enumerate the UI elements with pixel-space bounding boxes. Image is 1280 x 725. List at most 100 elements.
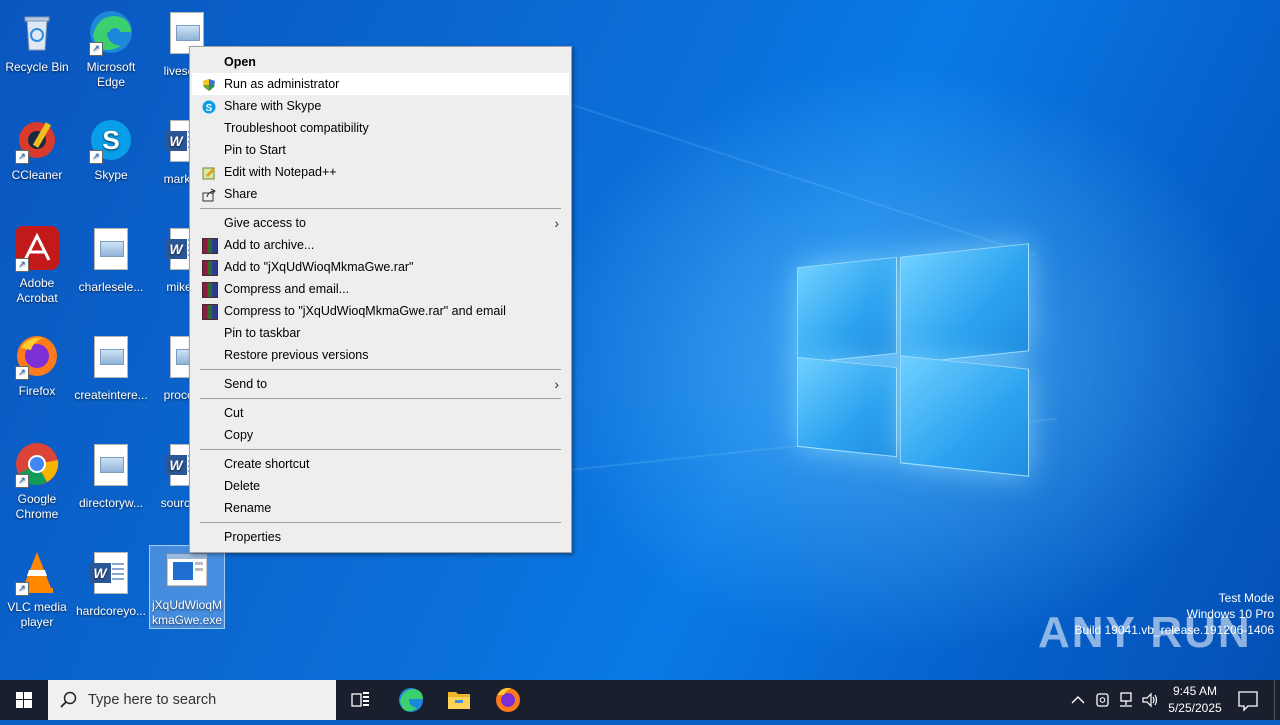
taskbar-search-box[interactable]: Type here to search — [48, 680, 336, 720]
desktop-icon-vlc[interactable]: ↗ VLC media player — [0, 548, 74, 630]
folder-icon — [448, 692, 470, 709]
tray-volume[interactable] — [1140, 690, 1160, 710]
start-button[interactable] — [0, 680, 48, 720]
taskbar-firefox[interactable] — [484, 680, 532, 720]
menu-item-compress-to-rar-and-email[interactable]: Compress to "jXqUdWioqMkmaGwe.rar" and e… — [192, 300, 569, 322]
desktop-icon-google-chrome[interactable]: ↗ Google Chrome — [0, 440, 74, 522]
desktop-icon-label: Firefox — [18, 384, 56, 398]
menu-separator — [200, 369, 561, 370]
edge-icon — [399, 688, 423, 712]
watermark-line: Windows 10 Pro — [1186, 607, 1274, 621]
ccleaner-icon: ↗ — [13, 116, 61, 164]
menu-item-label: Pin to Start — [224, 143, 286, 157]
firefox-icon: ↗ — [13, 332, 61, 380]
search-placeholder: Type here to search — [88, 692, 217, 708]
action-center-button[interactable] — [1236, 680, 1260, 720]
svg-text:S: S — [206, 103, 213, 114]
menu-item-restore-previous-versions[interactable]: Restore previous versions — [192, 344, 569, 366]
menu-item-properties[interactable]: Properties — [192, 526, 569, 548]
menu-item-label: Delete — [224, 479, 261, 493]
menu-item-pin-to-taskbar[interactable]: Pin to taskbar — [192, 322, 569, 344]
shortcut-arrow-icon: ↗ — [15, 474, 29, 488]
winrar-icon — [202, 282, 218, 298]
desktop-icon-label: charlesele... — [78, 280, 144, 294]
menu-item-share-with-skype[interactable]: S Share with Skype — [192, 95, 569, 117]
show-desktop-button[interactable] — [1274, 680, 1280, 720]
desktop-icon-createintere[interactable]: createintere... — [74, 332, 148, 403]
menu-item-edit-with-notepadpp[interactable]: Edit with Notepad++ — [192, 161, 569, 183]
taskbar: Type here to search 9:45 AM 5/25/2025 — [0, 680, 1280, 720]
vlc-icon: ↗ — [13, 548, 61, 596]
edge-icon: ↗ — [87, 8, 135, 56]
tray-device-icon[interactable] — [1093, 690, 1113, 710]
chevron-up-icon — [1071, 696, 1085, 704]
shortcut-arrow-icon: ↗ — [15, 150, 29, 164]
svg-text:S: S — [102, 125, 119, 155]
menu-item-copy[interactable]: Copy — [192, 424, 569, 446]
taskbar-clock[interactable]: 9:45 AM 5/25/2025 — [1160, 683, 1230, 717]
share-icon — [202, 187, 216, 202]
menu-item-give-access-to[interactable]: Give access to › — [192, 212, 569, 234]
desktop-icon-label: CCleaner — [11, 168, 63, 182]
notification-icon — [1238, 691, 1258, 712]
desktop-icon-selected-exe[interactable]: jXqUdWioqMkmaGwe.exe — [149, 545, 225, 629]
desktop-icon-ccleaner[interactable]: ↗ CCleaner — [0, 116, 74, 183]
search-icon — [60, 691, 77, 708]
menu-item-run-as-administrator[interactable]: Run as administrator — [192, 73, 569, 95]
recycle-bin-icon — [13, 8, 61, 56]
desktop-icon-microsoft-edge[interactable]: ↗ Microsoft Edge — [74, 8, 148, 90]
network-icon — [1120, 692, 1132, 707]
menu-item-cut[interactable]: Cut — [192, 402, 569, 424]
desktop-icon-adobe-acrobat[interactable]: ↗ Adobe Acrobat — [0, 224, 74, 306]
desktop-icon-charlesele[interactable]: charlesele... — [74, 224, 148, 295]
tray-network[interactable] — [1116, 690, 1136, 710]
windows-start-icon — [16, 692, 32, 708]
usb-device-icon — [1096, 693, 1109, 707]
menu-item-send-to[interactable]: Send to › — [192, 373, 569, 395]
desktop-icon-hardcoreyo[interactable]: W hardcoreyo... — [74, 548, 148, 619]
menu-item-label: Properties — [224, 530, 281, 544]
chevron-right-icon: › — [554, 376, 559, 392]
desktop-icon-label: Skype — [94, 168, 128, 182]
adobe-acrobat-icon: ↗ — [13, 224, 61, 272]
menu-item-pin-to-start[interactable]: Pin to Start — [192, 139, 569, 161]
notepadpp-icon — [202, 165, 216, 180]
image-file-icon — [87, 228, 135, 276]
menu-item-label: Compress to "jXqUdWioqMkmaGwe.rar" and e… — [224, 304, 506, 318]
menu-item-label: Send to — [224, 377, 268, 391]
menu-item-label: Run as administrator — [224, 77, 340, 91]
menu-item-add-to-rar[interactable]: Add to "jXqUdWioqMkmaGwe.rar" — [192, 256, 569, 278]
desktop[interactable]: Recycle Bin ↗ CCleaner ↗ Adobe Acrobat ↗… — [0, 0, 1280, 680]
menu-item-share[interactable]: Share — [192, 183, 569, 205]
menu-separator — [200, 522, 561, 523]
taskbar-edge[interactable] — [387, 680, 435, 720]
desktop-icon-firefox[interactable]: ↗ Firefox — [0, 332, 74, 399]
desktop-icon-directoryw[interactable]: directoryw... — [74, 440, 148, 511]
desktop-icon-recycle-bin[interactable]: Recycle Bin — [0, 8, 74, 75]
task-view-button[interactable] — [336, 680, 384, 720]
menu-item-rename[interactable]: Rename — [192, 497, 569, 519]
menu-item-label: Copy — [224, 428, 254, 442]
desktop-icon-label: Adobe Acrobat — [16, 276, 58, 305]
taskbar-file-explorer[interactable] — [435, 680, 483, 720]
winrar-icon — [202, 260, 218, 276]
menu-item-label: Share with Skype — [224, 99, 322, 113]
menu-item-label: Cut — [224, 406, 244, 420]
desktop-icon-label: hardcoreyo... — [75, 604, 147, 618]
menu-item-compress-and-email[interactable]: Compress and email... — [192, 278, 569, 300]
menu-item-label: Edit with Notepad++ — [224, 165, 337, 179]
tray-show-hidden-icons[interactable] — [1068, 690, 1088, 710]
image-file-icon — [87, 336, 135, 384]
menu-item-delete[interactable]: Delete — [192, 475, 569, 497]
menu-item-open[interactable]: Open — [192, 51, 569, 73]
desktop-icon-label: VLC media player — [7, 600, 67, 629]
context-menu: Open Run as administrator S Share with S… — [189, 46, 572, 553]
menu-item-troubleshoot-compatibility[interactable]: Troubleshoot compatibility — [192, 117, 569, 139]
desktop-icon-skype[interactable]: S ↗ Skype — [74, 116, 148, 183]
menu-item-add-to-archive[interactable]: Add to archive... — [192, 234, 569, 256]
menu-item-label: Rename — [224, 501, 272, 515]
word-document-icon: W — [87, 552, 135, 600]
menu-item-create-shortcut[interactable]: Create shortcut — [192, 453, 569, 475]
menu-item-label: Share — [224, 187, 258, 201]
desktop-icon-label: Google Chrome — [15, 492, 59, 521]
